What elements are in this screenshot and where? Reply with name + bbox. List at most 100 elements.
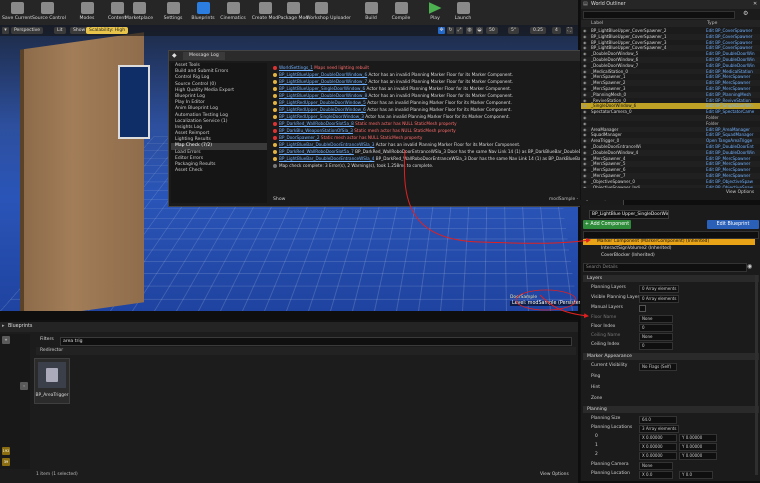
surface-snap-icon[interactable]: ◒ (476, 27, 483, 34)
camera-speed-value[interactable]: 4 (552, 27, 561, 34)
modes-button[interactable]: Modes (72, 1, 102, 24)
filters-button[interactable]: Filters (40, 337, 54, 342)
asset-tile[interactable]: BP_AreaTrigger (34, 358, 70, 404)
marketplace-button[interactable]: Marketplace (124, 1, 154, 24)
floor-index-value[interactable]: 0 (639, 324, 673, 332)
location-y-field[interactable]: Y 0.00000 (679, 434, 717, 442)
add-component-button[interactable]: + Add Component (583, 220, 631, 229)
component-item[interactable]: InteractSignVolume2 (Inherited) (601, 246, 671, 252)
edit-blueprint-button[interactable]: Edit Blueprint (707, 220, 759, 229)
visible-planning-layers-value[interactable]: 0 Array elements (639, 295, 679, 303)
component-search-input[interactable] (583, 231, 759, 239)
maximize-icon[interactable]: ⛶ (566, 27, 573, 34)
grid-snap-value[interactable]: 50 (486, 27, 498, 34)
viewport-options-icon[interactable]: ▾ (2, 27, 9, 34)
blueprints-tab[interactable]: Blueprints (8, 324, 32, 329)
scale-icon[interactable]: ⤢ (456, 27, 463, 34)
planning-location-x[interactable]: X 0.0 (639, 471, 673, 479)
scale-snap-value[interactable]: 0.25 (530, 27, 547, 34)
location-x-field[interactable]: X 0.00000 (639, 434, 677, 442)
details-scrollbar[interactable] (755, 275, 758, 475)
actor-link[interactable]: BP_LightBlueUpper_DoubleDoorWindow_8 (279, 93, 367, 98)
actor-link[interactable]: BP_LightRedUpper_SingleDoorWindow_3 (279, 114, 364, 119)
planning-location-y[interactable]: Y 0.0 (679, 471, 713, 479)
floor-name-value[interactable]: None (639, 315, 673, 323)
location-x-field[interactable]: X 0.00000 (639, 443, 677, 451)
blueprints-button[interactable]: Blueprints (188, 1, 218, 24)
actor-link[interactable]: BP_DarkRed_WallRoboDoorSlot5a_7 (279, 149, 354, 154)
current-visibility-value[interactable]: No Flags (Self) (639, 363, 677, 371)
outliner-row-type[interactable]: Edit BP_ObjectiveSpaw (706, 185, 760, 188)
location-y-field[interactable]: Y 0.00000 (679, 443, 717, 451)
play-button[interactable]: Play (420, 1, 450, 24)
outliner-search-input[interactable] (583, 11, 735, 19)
component-item[interactable]: CoverBlocker (Inherited) (601, 253, 655, 259)
type-column-header[interactable]: Type (707, 21, 717, 26)
planning-locations-value[interactable]: 3 Array elements (639, 425, 679, 433)
zone-row[interactable]: Zone (591, 396, 602, 401)
actor-link[interactable]: BP_LightRedUpper_DoubleDoorWindow_5 (279, 100, 366, 105)
eye-icon[interactable]: ◉ (747, 263, 752, 270)
package-mod-button[interactable]: Package Mod (278, 1, 308, 24)
ceiling-name-value[interactable]: None (639, 333, 673, 341)
message-log-titlebar[interactable]: ◆ Message Log ✕ (169, 51, 623, 61)
actor-link[interactable]: BP_LightBlueUpper_DoubleDoorWindow_6 (279, 72, 367, 77)
section-marker-appearance[interactable]: Marker Appearance (583, 353, 759, 360)
message-log-tab[interactable]: Message Log (183, 52, 225, 60)
create-mod-button[interactable]: Create Mod (250, 1, 280, 24)
rotate-icon[interactable]: ↻ (447, 27, 454, 34)
window-mesh[interactable] (118, 65, 150, 139)
location-x-field[interactable]: X 0.00000 (639, 452, 677, 460)
actor-link[interactable]: BP_LightBlueBar_DoubleDoorEntranceWSla_4 (279, 156, 374, 161)
show-filter-button[interactable]: Show (273, 197, 285, 202)
actor-link[interactable]: BP_LightBlueUpper_DoubleDoorWindow_7 (279, 79, 367, 84)
section-layers[interactable]: Layers (583, 275, 759, 282)
launch-button[interactable]: Launch (448, 1, 478, 24)
actor-link[interactable]: BP_DarkRed_WallRoboDoorSlot5a_8 (279, 121, 354, 126)
collapse-icon[interactable]: ‹ (20, 382, 28, 390)
actor-link[interactable]: BP_LightBlueBar_DoubleDoorEntranceWSla_3 (279, 142, 374, 147)
source-control-button[interactable]: Source Control (32, 1, 66, 24)
scalability-warning[interactable]: Scalability: High (86, 27, 129, 34)
perspective-button[interactable]: Perspective (11, 27, 44, 34)
save-current-button[interactable]: Save Current (2, 1, 32, 24)
log-category-item[interactable]: Asset Check (171, 168, 267, 174)
actor-link[interactable]: WorldSettings_1 (279, 65, 313, 70)
actor-link[interactable]: BP_LightBlueUpper_SingleDoorWindow_6 (279, 86, 365, 91)
lit-button[interactable]: Lit (54, 27, 66, 34)
label-column-header[interactable]: Label (591, 21, 603, 26)
manual-layers-checkbox[interactable] (639, 305, 646, 312)
settings-icon[interactable]: ⚙ (743, 10, 748, 17)
planning-layers-value[interactable]: 0 Array elements (639, 285, 679, 293)
actor-link[interactable]: BP_DarkBlu_WeaponStationOfSla_3 (279, 128, 353, 133)
outliner-row[interactable]: ◉ _ObjectiveSpawner_Indi Edit BP_Objective… (581, 184, 760, 188)
close-icon[interactable]: ✕ (753, 1, 757, 7)
asset-search-input[interactable]: area trig (60, 337, 572, 346)
compile-button[interactable]: Compile (386, 1, 416, 24)
component-item[interactable]: Marker Component (MarkerComponent) (Inhe… (583, 239, 755, 245)
cinematics-button[interactable]: Cinematics (218, 1, 248, 24)
actor-name-field[interactable]: BP_LightBlue Upper_SingleDoorWin (589, 210, 669, 219)
world-outliner-tab[interactable]: World Outliner (591, 2, 626, 7)
world-icon[interactable]: ◍ (466, 27, 473, 34)
breadcrumb-redirector[interactable]: Redirector (40, 348, 63, 353)
ping-row[interactable]: Ping (591, 374, 600, 379)
visibility-eye-icon[interactable]: ◉ (583, 185, 587, 188)
location-y-field[interactable]: Y 0.00000 (679, 452, 717, 460)
add-new-icon[interactable]: + (2, 336, 10, 344)
details-search-input[interactable]: Search Details (583, 263, 747, 272)
hint-row[interactable]: Hint (591, 385, 600, 390)
planning-size-value[interactable]: 64.0 (639, 416, 677, 424)
view-options-button[interactable]: View Options (726, 190, 754, 195)
planning-camera-value[interactable]: None (639, 462, 673, 470)
workshop-uploader-button[interactable]: Workshop Uploader (306, 1, 351, 24)
view-options-button[interactable]: View Options (540, 472, 569, 477)
actor-link[interactable]: BP_DoorSpawner_2 (279, 135, 320, 140)
build-button[interactable]: Build (356, 1, 386, 24)
ceiling-index-value[interactable]: 0 (639, 342, 673, 350)
rotation-snap-value[interactable]: 5° (508, 27, 520, 34)
section-planning[interactable]: Planning (583, 406, 759, 413)
settings-button[interactable]: Settings (158, 1, 188, 24)
translate-icon[interactable]: ✥ (438, 27, 445, 34)
actor-link[interactable]: BP_LightRedUpper_DoubleDoorWindow_6 (279, 107, 366, 112)
